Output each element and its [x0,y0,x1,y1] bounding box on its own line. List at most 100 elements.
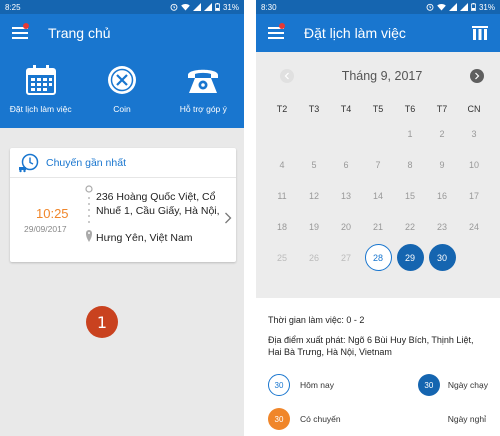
weekday-label: T5 [372,104,384,114]
trip-time: 10:25 [36,206,69,221]
card-title: Chuyến gần nhất [46,156,126,169]
clock-car-icon [19,153,39,172]
signal-icon [459,3,468,11]
calendar-day[interactable]: 14 [365,182,392,209]
calendar-day[interactable]: 22 [397,213,424,240]
calendar-day-scheduled[interactable]: 29 [396,244,424,271]
calendar-day[interactable]: 23 [429,213,456,240]
schedule-label: Đặt lịch làm việc [9,104,72,114]
recent-trip-card[interactable]: Chuyến gần nhất 10:25 29/09/2017 236 Hoà… [10,148,236,262]
calendar-week: 11 12 13 14 15 16 17 [256,180,500,211]
menu-button[interactable] [0,14,40,52]
wifi-icon [181,3,190,11]
month-navigation: Tháng 9, 2017 [256,52,500,100]
calendar-day[interactable]: 13 [333,182,360,209]
support-label: Hỗ trợ góp ý [179,104,227,114]
quick-actions: Đặt lịch làm việc Coin Hỗ trợ góp ý [0,52,244,128]
calendar-day[interactable]: 24 [461,213,488,240]
weekday-label: T6 [404,104,416,114]
legend-workday-swatch: 30 [417,374,440,396]
support-button[interactable]: Hỗ trợ góp ý [163,52,244,128]
app-bar: Trang chủ [0,14,244,52]
month-label: Tháng 9, 2017 [341,69,423,83]
chevron-left-icon [284,72,289,80]
calendar-icon [25,65,56,95]
calendar-day[interactable]: 15 [397,182,424,209]
calendar-week: 123 [256,118,500,149]
calendar-day[interactable]: 27 [333,244,360,271]
signal-icon [203,3,212,11]
view-toggle-button[interactable] [460,14,500,52]
calendar-empty-cell [301,120,328,147]
calendar-day[interactable]: 18 [269,213,296,240]
calendar-day[interactable]: 11 [269,182,296,209]
page-title: Trang chủ [48,25,111,41]
calendar-day[interactable]: 1 [397,120,424,147]
column-view-icon [472,26,488,40]
battery-icon [471,3,476,11]
calendar-day[interactable]: 16 [429,182,456,209]
calendar-day[interactable]: 12 [301,182,328,209]
calendar-day[interactable]: 8 [397,151,424,178]
weekday-label: T7 [436,104,448,114]
schedule-screen: 8:30 31% Đặt lịch làm việc Tháng 9, 2017… [256,0,500,436]
calendar-day[interactable]: 17 [461,182,488,209]
legend-today-swatch: 30 [268,374,290,396]
legend-dayoff: Ngày nghỉ [378,414,488,424]
next-month-button[interactable] [470,69,484,83]
weekday-header: T2 T3 T4 T5 T6 T7 CN [256,100,500,118]
coin-button[interactable]: Coin [81,52,162,128]
calendar-week: 18 19 20 21 22 23 24 [256,211,500,242]
page-title: Đặt lịch làm việc [304,25,406,41]
notification-dot [23,23,29,29]
calendar-day[interactable]: 20 [333,213,360,240]
calendar-week: 4 5 6 7 8 9 10 [256,149,500,180]
legend-trip-swatch: 30 [268,408,290,430]
calendar-day[interactable]: 9 [429,151,456,178]
battery-level: 31% [222,2,239,12]
signal-icon [192,3,201,11]
status-icons: 31% [170,3,239,12]
trip-destination: Hưng Yên, Việt Nam [96,232,193,244]
app-bar: Đặt lịch làm việc [256,14,500,52]
calendar-day[interactable]: 25 [269,244,296,271]
signal-icon [448,3,457,11]
trip-date: 29/09/2017 [24,224,67,234]
calendar-empty-cell [461,244,488,271]
coin-label: Coin [113,104,131,114]
status-bar: 8:30 31% [256,0,500,14]
calendar-day[interactable]: 21 [365,213,392,240]
notification-dot [279,23,285,29]
menu-button[interactable] [256,14,296,52]
battery-level: 31% [478,2,495,12]
status-icons: 31% [426,3,495,12]
card-header: Chuyến gần nhất [10,148,236,178]
alarm-icon [170,3,178,11]
calendar-day[interactable]: 6 [333,151,360,178]
legend-trip: 30 Có chuyến [268,408,378,430]
schedule-button[interactable]: Đặt lịch làm việc [0,52,81,128]
status-time: 8:25 [5,2,21,12]
alarm-icon [426,3,434,11]
calendar-day[interactable]: 3 [461,120,488,147]
calendar-day[interactable]: 5 [301,151,328,178]
weekday-label: T2 [276,104,288,114]
calendar-day-today[interactable]: 28 [364,244,392,271]
calendar-day[interactable]: 26 [301,244,328,271]
step-badge: 1 [86,306,118,338]
legend-today-label: Hôm nay [300,380,335,390]
trip-origin: 236 Hoàng Quốc Việt, Cổ Nhuế 1, Cầu Giấy… [96,191,220,217]
calendar-day[interactable]: 7 [365,151,392,178]
calendar-day[interactable]: 4 [269,151,296,178]
calendar-day[interactable]: 2 [429,120,456,147]
calendar-day[interactable]: 19 [301,213,328,240]
legend-workday-label: Ngày chạy [447,380,488,390]
chevron-right-icon [475,72,480,80]
calendar-day[interactable]: 10 [461,151,488,178]
home-screen: 8:25 31% Trang chủ Đặt lịch làm việc Coi… [0,0,244,436]
calendar-day-scheduled[interactable]: 30 [428,244,456,271]
prev-month-button[interactable] [280,69,294,83]
battery-icon [215,3,220,11]
legend-trip-label: Có chuyến [300,414,341,424]
calendar-week: 25 26 27 28 29 30 [256,242,500,273]
